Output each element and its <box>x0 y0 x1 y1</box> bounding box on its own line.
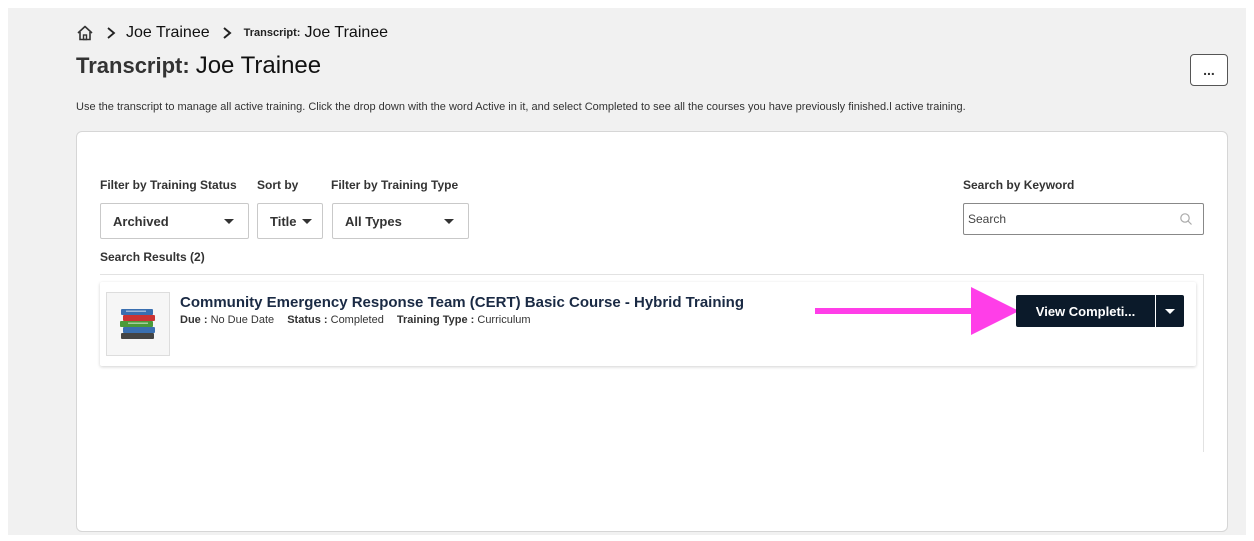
course-title-link[interactable]: Community Emergency Response Team (CERT)… <box>180 294 744 311</box>
status-filter-label: Filter by Training Status <box>100 178 237 192</box>
more-options-button[interactable]: ... <box>1190 54 1228 86</box>
arrow-annotation-icon <box>815 287 1019 335</box>
chevron-right-icon <box>106 26 116 40</box>
type-filter-label: Filter by Training Type <box>331 178 459 192</box>
type-filter-value: All Types <box>345 213 402 229</box>
caret-down-icon <box>302 219 312 224</box>
training-type-label: Training Type : <box>396 314 475 326</box>
sort-select[interactable]: Title <box>257 203 323 239</box>
breadcrumb-item-prefix: Transcript: <box>243 27 301 39</box>
action-dropdown-button[interactable] <box>1156 295 1184 327</box>
course-meta: Due : No Due Date Status : Completed Tra… <box>180 314 531 326</box>
breadcrumb-item-current: Joe Trainee <box>304 24 389 41</box>
sort-value: Title <box>270 213 297 229</box>
home-icon[interactable] <box>76 24 94 42</box>
intro-text: Use the transcript to manage all active … <box>76 101 966 113</box>
page-title-label: Transcript: <box>76 53 190 78</box>
keyword-search-field[interactable] <box>963 203 1204 235</box>
sort-label: Sort by <box>257 178 299 192</box>
status-value: Completed <box>330 314 384 326</box>
search-icon[interactable] <box>1179 212 1193 226</box>
caret-down-icon <box>1165 308 1175 314</box>
due-value: No Due Date <box>210 314 275 326</box>
search-input[interactable] <box>968 212 1158 226</box>
status-filter-select[interactable]: Archived <box>100 203 249 239</box>
page-title-name: Joe Trainee <box>195 52 322 79</box>
training-type-value: Curriculum <box>477 314 531 326</box>
caret-down-icon <box>224 219 234 224</box>
caret-down-icon <box>444 219 454 224</box>
chevron-right-icon <box>222 26 232 40</box>
status-label: Status : <box>287 314 328 326</box>
keyword-search-label: Search by Keyword <box>963 178 1075 192</box>
breadcrumb: Joe Trainee Transcript: Joe Trainee <box>76 24 388 42</box>
search-results-count: Search Results (2) <box>100 250 205 264</box>
due-label: Due : <box>180 314 208 326</box>
type-filter-select[interactable]: All Types <box>332 203 469 239</box>
breadcrumb-item-user[interactable]: Joe Trainee <box>126 24 210 42</box>
books-icon <box>106 292 170 356</box>
status-filter-value: Archived <box>113 213 169 229</box>
page-title: Transcript: Joe Trainee <box>76 52 321 80</box>
view-completion-button[interactable]: View Completi... <box>1016 295 1155 327</box>
